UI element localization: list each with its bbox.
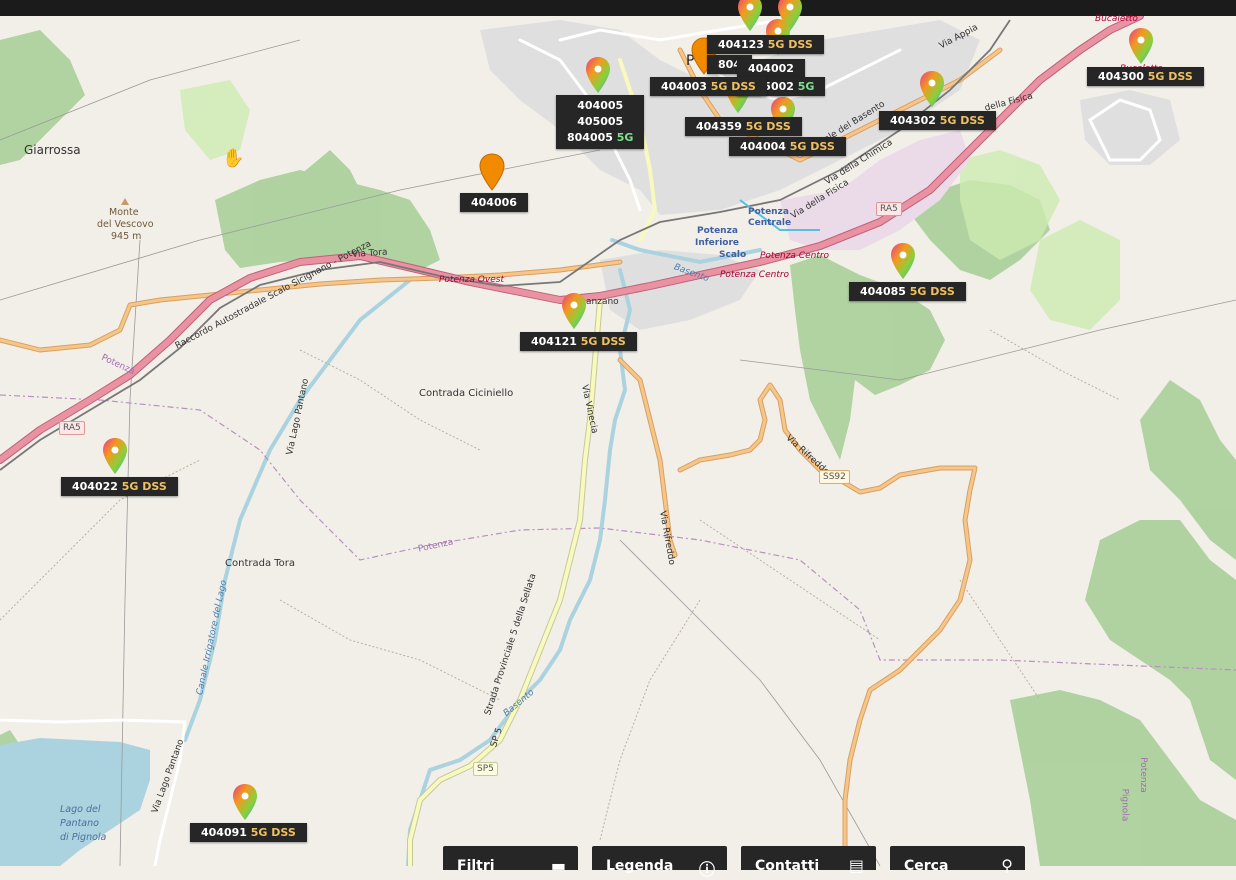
site-id: 404359	[696, 120, 742, 133]
map-pin-multicolor-icon[interactable]	[1128, 27, 1154, 65]
place-ciciniello: Contrada Ciciniello	[419, 388, 514, 399]
hand-cursor-icon: ✋	[222, 148, 245, 169]
peak-name-1: Monte	[109, 207, 139, 218]
map-pin-multicolor-icon[interactable]	[232, 783, 258, 821]
site-tech: 5G DSS	[909, 285, 955, 298]
site-id: 404004	[740, 140, 786, 153]
lake-name-3: di Pignola	[60, 832, 107, 843]
site-tech: 5G DSS	[580, 335, 626, 348]
station-inferiore-1: Potenza	[697, 226, 738, 236]
station-inferiore-3: Scalo	[719, 250, 747, 260]
boundary-pignola: Pignola	[1119, 788, 1130, 822]
site-tech: 5G DSS	[939, 114, 985, 127]
site-id-3: 804005	[567, 131, 613, 144]
map-pin-orange-icon[interactable]	[479, 153, 505, 191]
site-label-404121[interactable]: 404121 5G DSS	[520, 332, 637, 351]
station-centrale-1: Potenza	[748, 207, 789, 217]
legend-label: Legenda	[606, 858, 674, 874]
map-pin-multicolor-icon[interactable]	[585, 56, 611, 94]
lake-name-1: Lago del	[60, 804, 101, 815]
site-tech: 5G	[616, 131, 634, 144]
contacts-label: Contatti	[755, 858, 820, 874]
station-centrale-2: Centrale	[748, 218, 792, 228]
map-pin-multicolor-icon[interactable]	[102, 437, 128, 475]
search-tab[interactable]: Cerca ⚲	[890, 846, 1025, 875]
site-label-404091[interactable]: 404091 5G DSS	[190, 823, 307, 842]
place-bucaletto-top: Bucaletto	[1095, 14, 1138, 24]
place-giarrossa: Giarrossa	[24, 143, 81, 157]
site-tech: 5G DSS	[745, 120, 791, 133]
site-id: 404022	[72, 480, 118, 493]
filters-label: Filtri	[457, 858, 495, 874]
ra5-shield-2: RA5	[876, 202, 902, 216]
lake-pantano	[0, 738, 150, 866]
site-id: 404121	[531, 335, 577, 348]
site-tech: 5G DSS	[250, 826, 296, 839]
site-tech: 5G	[797, 80, 815, 93]
exit-potenza-centro-1: Potenza Centro	[760, 251, 830, 261]
contacts-tab[interactable]: Contatti ▤	[741, 846, 876, 875]
peak-elevation: 945 m	[111, 231, 142, 242]
site-id: 404091	[201, 826, 247, 839]
site-id: 404002	[748, 62, 794, 75]
site-label-404359[interactable]: 404359 5G DSS	[685, 117, 802, 136]
filters-tab[interactable]: Filtri ▬	[443, 846, 578, 875]
site-label-404123[interactable]: 404123 5G DSS	[707, 35, 824, 54]
admin-boundary	[0, 394, 1236, 671]
search-label: Cerca	[904, 858, 949, 874]
peak-icon	[121, 198, 129, 205]
boundary-potenza-right: Potenza	[1137, 757, 1148, 793]
site-id: 404300	[1098, 70, 1144, 83]
site-label-404004[interactable]: 404004 5G DSS	[729, 137, 846, 156]
exit-potenza-ovest: Potenza Ovest	[439, 275, 504, 285]
site-id-1: 404005	[577, 99, 624, 112]
top-bar	[0, 0, 1236, 16]
site-label-404085[interactable]: 404085 5G DSS	[849, 282, 966, 301]
site-label-404022[interactable]: 404022 5G DSS	[61, 477, 178, 496]
lake-name-2: Pantano	[60, 818, 99, 829]
site-id-2: 405005	[577, 115, 624, 128]
legend-tab[interactable]: Legenda ⓘ	[592, 846, 727, 879]
map-pin-multicolor-icon[interactable]	[561, 292, 587, 330]
site-id: 404006	[471, 196, 517, 209]
site-tech: 5G DSS	[767, 38, 813, 51]
map-pin-multicolor-icon[interactable]	[919, 70, 945, 108]
place-tora: Contrada Tora	[225, 558, 296, 569]
station-inferiore-2: Inferiore	[695, 238, 740, 248]
site-label-404300[interactable]: 404300 5G DSS	[1087, 67, 1204, 86]
road-anzano: anzano	[586, 297, 619, 307]
site-tech: 5G DSS	[710, 80, 756, 93]
map-pin-multicolor-icon[interactable]	[890, 242, 916, 280]
site-id: 404302	[890, 114, 936, 127]
peak-name-2: del Vescovo	[97, 219, 154, 230]
site-label-404006[interactable]: 404006	[460, 193, 528, 212]
site-label-404302[interactable]: 404302 5G DSS	[879, 111, 996, 130]
ss92-shield: SS92	[819, 470, 850, 484]
site-tech: 5G DSS	[789, 140, 835, 153]
site-label-404003[interactable]: 404003 5G DSS	[650, 77, 767, 96]
site-id: 404123	[718, 38, 764, 51]
exit-potenza-centro-2: Potenza Centro	[720, 270, 790, 280]
site-tech: 5G DSS	[121, 480, 167, 493]
map-pin-multicolor-icon[interactable]	[737, 0, 763, 32]
info-icon: ⓘ	[698, 860, 715, 879]
ra5-shield-1: RA5	[59, 421, 85, 435]
sp5-shield: SP5	[473, 762, 498, 776]
site-id: 404003	[661, 80, 707, 93]
site-id: 404085	[860, 285, 906, 298]
site-label-404002[interactable]: 404002	[737, 59, 805, 78]
site-label-404005[interactable]: 404005 405005 804005 5G	[556, 95, 645, 149]
site-tech: 5G DSS	[1147, 70, 1193, 83]
